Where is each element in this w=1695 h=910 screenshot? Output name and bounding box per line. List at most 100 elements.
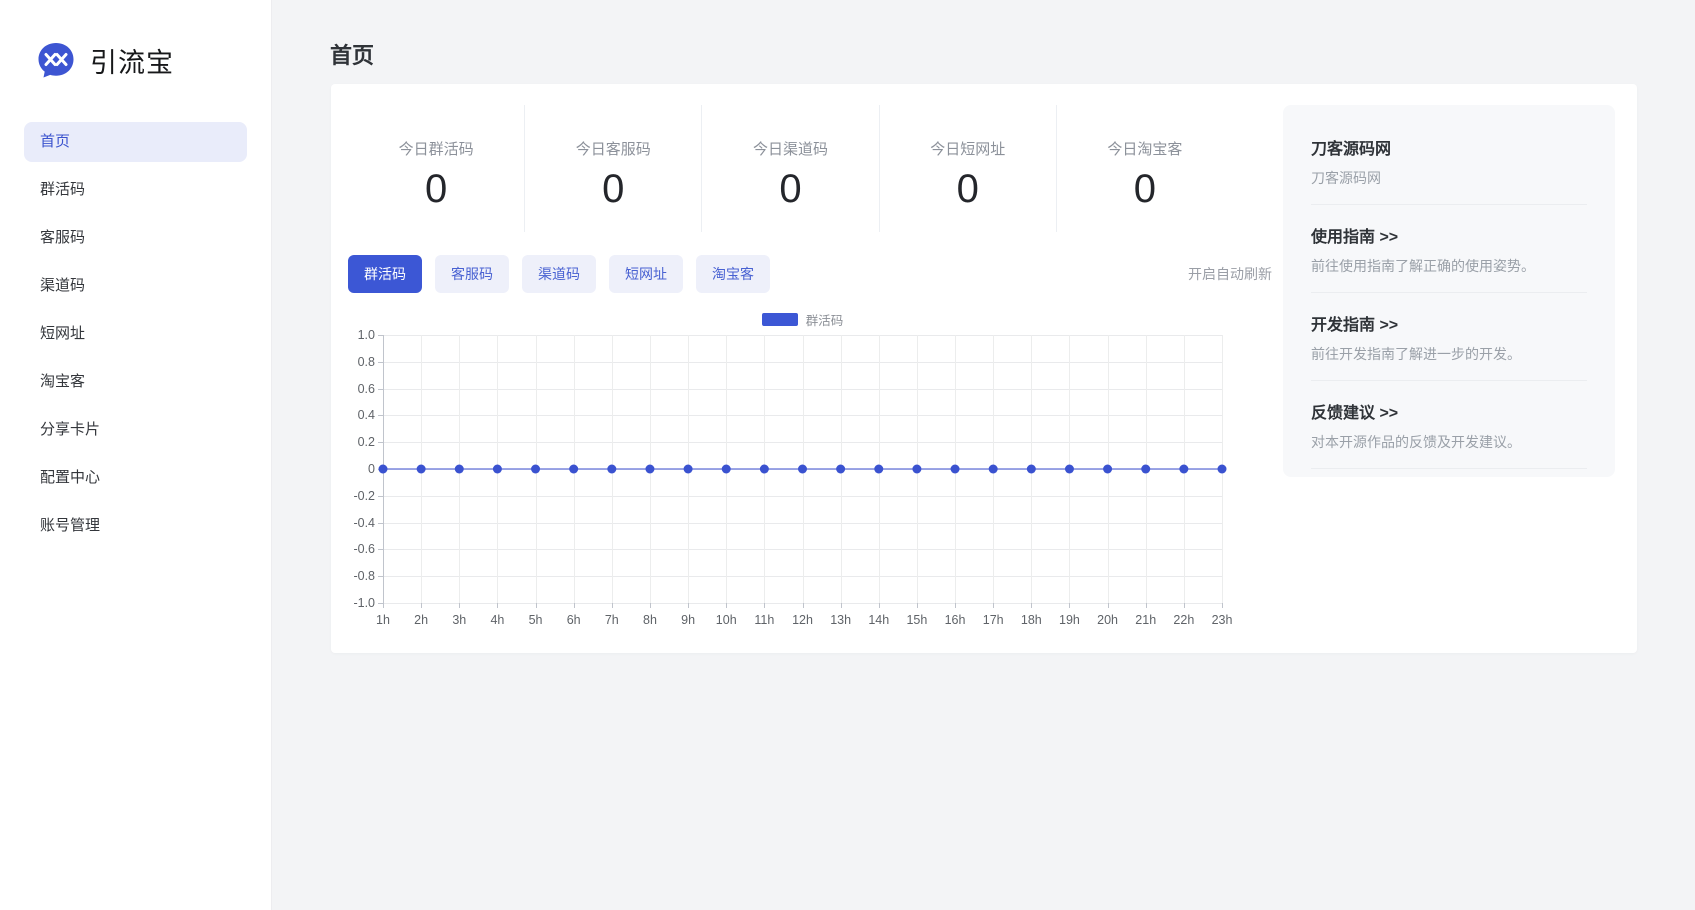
chart-legend[interactable]: 群活码 <box>383 309 1222 329</box>
x-axis-tick <box>1183 603 1185 608</box>
x-tick-label: 15h <box>906 613 928 627</box>
y-tick-label: 0 <box>368 462 375 476</box>
x-tick-label: 1h <box>376 613 390 627</box>
x-axis-tick <box>916 603 918 608</box>
x-axis-tick <box>1222 603 1223 608</box>
x-tick-label: 7h <box>604 613 619 627</box>
stat-label: 今日群活码 <box>398 141 474 158</box>
stat-label: 今日渠道码 <box>753 141 829 158</box>
x-tick-label: 4h <box>490 613 505 627</box>
tab-群活码[interactable]: 群活码 <box>348 255 422 293</box>
main-content: 首页 今日群活码 0 今日客服码 0 今日渠道码 0 今日短网址 0 今日淘宝客 0 群活码 客服码… <box>272 0 1695 910</box>
x-axis-tick <box>878 603 880 608</box>
legend-label: 群活码 <box>805 313 844 328</box>
data-point <box>683 464 693 474</box>
brand-logo[interactable]: 引流宝 <box>0 0 271 80</box>
chart-plot-area: 1.0 0.8 0.6 0.4 0.2 0 -0.2 -0.4 -0.6 -0.8 -1.0 1h 2h… <box>353 328 1232 627</box>
data-point <box>492 464 502 474</box>
data-point <box>531 464 541 474</box>
stat-value: 0 <box>1133 167 1157 211</box>
sidebar-item-群活码[interactable]: 群活码 <box>24 170 247 210</box>
x-tick-label: 18h <box>1020 613 1042 627</box>
data-point <box>378 464 388 474</box>
y-tick-label: 1.0 <box>357 328 375 342</box>
x-axis-tick <box>1145 603 1147 608</box>
x-tick-label: 11h <box>754 613 775 627</box>
tab-客服码[interactable]: 客服码 <box>435 255 509 293</box>
x-axis-tick <box>421 603 423 608</box>
x-tick-label: 6h <box>566 613 581 627</box>
stat-label: 今日客服码 <box>575 141 651 158</box>
stat-value: 0 <box>779 167 802 211</box>
sidebar-item-账号管理[interactable]: 账号管理 <box>24 506 247 546</box>
x-tick-label: 21h <box>1135 613 1157 627</box>
info-section-3: 反馈建议 >> 对本开源作品的反馈及开发建议。 <box>1311 381 1587 469</box>
x-axis-tick <box>459 603 461 608</box>
x-tick-label: 14h <box>868 613 890 627</box>
x-tick-label: 8h <box>643 613 657 627</box>
data-point <box>721 464 731 474</box>
x-tick-label: 12h <box>792 613 813 627</box>
info-section-title[interactable]: 反馈建议 >> <box>1311 399 1587 423</box>
stat-value: 0 <box>424 167 448 211</box>
y-tick-label: 0.6 <box>357 381 375 396</box>
x-tick-label: 16h <box>944 613 966 627</box>
sidebar-item-分享卡片[interactable]: 分享卡片 <box>24 410 247 450</box>
y-tick-label: -0.6 <box>353 542 375 557</box>
data-point <box>1217 464 1227 474</box>
sidebar-item-淘宝客[interactable]: 淘宝客 <box>24 362 247 402</box>
info-section-title[interactable]: 刀客源码网 <box>1311 135 1587 159</box>
data-point <box>1064 464 1074 474</box>
x-axis-tick <box>383 603 384 608</box>
info-section-title[interactable]: 使用指南 >> <box>1311 223 1587 247</box>
sidebar-item-首页[interactable]: 首页 <box>24 122 247 162</box>
x-axis-tick <box>1031 603 1033 608</box>
info-section-desc: 前往使用指南了解正确的使用姿势。 <box>1311 258 1535 274</box>
y-tick-label: -0.8 <box>353 569 375 584</box>
x-axis-tick <box>802 603 804 608</box>
x-axis-tick <box>649 603 651 608</box>
tab-短网址[interactable]: 短网址 <box>609 255 683 293</box>
data-point <box>836 464 846 474</box>
tabs-row: 群活码 客服码 渠道码 短网址 淘宝客 开启自动刷新 <box>348 255 1272 293</box>
tab-渠道码[interactable]: 渠道码 <box>522 255 596 293</box>
x-axis-tick <box>764 603 766 608</box>
stat-label: 今日淘宝客 <box>1107 141 1183 158</box>
legend-swatch-icon <box>761 312 798 326</box>
sidebar-item-渠道码[interactable]: 渠道码 <box>24 266 247 306</box>
data-point <box>645 464 655 474</box>
sidebar-item-短网址[interactable]: 短网址 <box>24 314 247 354</box>
y-tick-label: -0.4 <box>353 515 375 530</box>
dashboard-card: 今日群活码 0 今日客服码 0 今日渠道码 0 今日短网址 0 今日淘宝客 0 群活码 客服码 渠道码… <box>331 84 1637 653</box>
data-point <box>454 464 464 474</box>
sidebar-item-客服码[interactable]: 客服码 <box>24 218 247 258</box>
sidebar-item-配置中心[interactable]: 配置中心 <box>24 458 247 498</box>
y-tick-label: 0.8 <box>357 354 375 369</box>
chart-tabs: 群活码 客服码 渠道码 短网址 淘宝客 <box>348 255 770 293</box>
data-point <box>1026 464 1036 474</box>
data-point <box>1141 464 1151 474</box>
x-tick-label: 22h <box>1173 613 1195 627</box>
x-axis-tick <box>1069 603 1071 608</box>
tab-淘宝客[interactable]: 淘宝客 <box>696 255 770 293</box>
data-point <box>569 464 579 474</box>
brand-name: 引流宝 <box>90 47 174 78</box>
stat-card-4: 今日淘宝客 0 <box>1057 105 1233 232</box>
info-section-title[interactable]: 开发指南 >> <box>1311 311 1587 335</box>
data-point <box>1103 464 1113 474</box>
data-point <box>759 464 769 474</box>
info-section-desc: 对本开源作品的反馈及开发建议。 <box>1311 434 1521 450</box>
data-point <box>874 464 884 474</box>
x-axis-tick <box>726 603 728 608</box>
x-axis-tick <box>955 603 957 608</box>
stats-row: 今日群活码 0 今日客服码 0 今日渠道码 0 今日短网址 0 今日淘宝客 0 <box>348 105 1233 232</box>
auto-refresh-toggle[interactable]: 开启自动刷新 <box>1188 264 1272 284</box>
y-tick-label: -1.0 <box>353 596 375 610</box>
stat-value: 0 <box>956 167 979 211</box>
info-section-0: 刀客源码网 刀客源码网 <box>1311 135 1587 205</box>
sidebar: 引流宝 首页群活码客服码渠道码短网址淘宝客分享卡片配置中心账号管理 <box>0 0 272 910</box>
x-tick-label: 23h <box>1211 613 1233 627</box>
info-section-1: 使用指南 >> 前往使用指南了解正确的使用姿势。 <box>1311 205 1587 293</box>
sidebar-menu: 首页群活码客服码渠道码短网址淘宝客分享卡片配置中心账号管理 <box>24 122 247 546</box>
info-section-desc: 刀客源码网 <box>1311 170 1381 186</box>
